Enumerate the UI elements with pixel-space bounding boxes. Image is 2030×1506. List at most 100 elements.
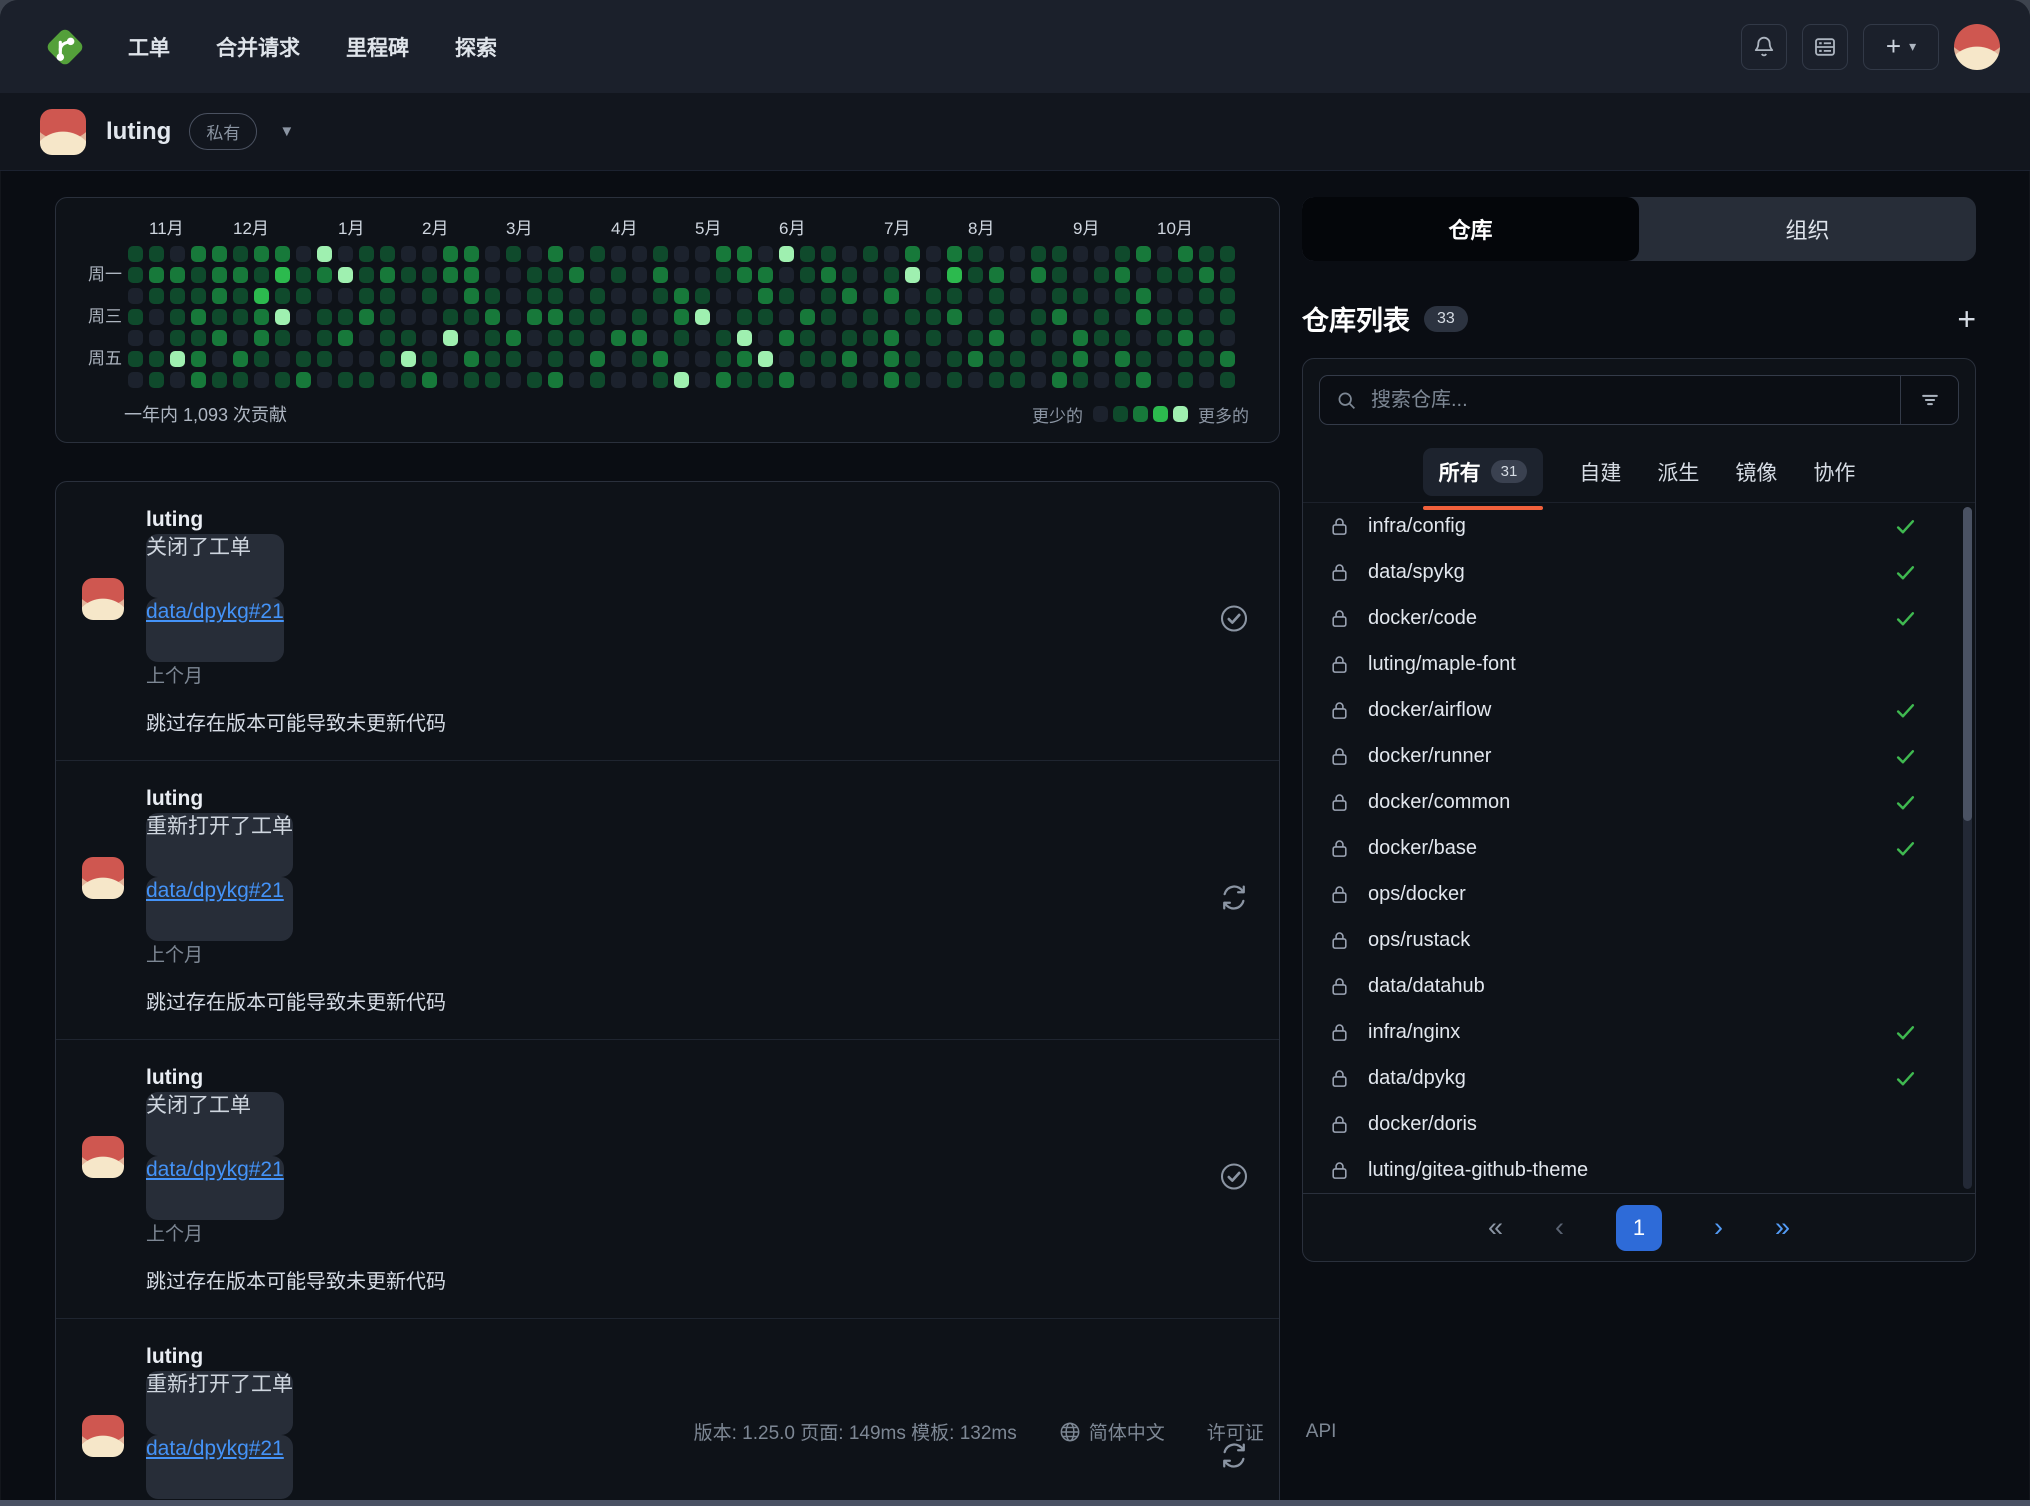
repo-name-link[interactable]: data/spykg xyxy=(1368,561,1465,584)
repo-filter-自建[interactable]: 自建 xyxy=(1579,457,1621,487)
create-new-button[interactable]: + ▾ xyxy=(1863,24,1939,70)
repo-filter-all[interactable]: 所有31 xyxy=(1423,448,1544,496)
actor-name[interactable]: luting xyxy=(146,508,203,531)
pagination-prev-button[interactable]: ‹ xyxy=(1555,1214,1564,1241)
heatmap-cell xyxy=(1157,309,1172,325)
tab-repositories[interactable]: 仓库 xyxy=(1302,197,1639,261)
footer-license-link[interactable]: 许可证 xyxy=(1207,1418,1264,1445)
nav-item-milestones[interactable]: 里程碑 xyxy=(346,32,409,62)
pagination-first-button[interactable]: « xyxy=(1488,1214,1503,1241)
repo-name-link[interactable]: luting/maple-font xyxy=(1368,653,1516,676)
repo-name-link[interactable]: infra/config xyxy=(1368,515,1466,538)
footer-language-link[interactable]: 简体中文 xyxy=(1059,1418,1165,1445)
repo-list-item[interactable]: docker/code xyxy=(1303,595,1975,641)
nav-item-issues[interactable]: 工单 xyxy=(128,32,170,62)
actor-avatar[interactable] xyxy=(82,857,124,899)
repo-list-item[interactable]: docker/runner xyxy=(1303,733,1975,779)
repo-list-item[interactable]: data/dpykg xyxy=(1303,1055,1975,1101)
repo-filter-派生[interactable]: 派生 xyxy=(1657,457,1699,487)
nav-item-pull-requests[interactable]: 合并请求 xyxy=(216,32,300,62)
activity-link[interactable]: data/dpykg#21 xyxy=(146,1156,284,1220)
repo-name-link[interactable]: docker/base xyxy=(1368,837,1477,860)
repo-name-link[interactable]: luting/gitea-github-theme xyxy=(1368,1159,1588,1182)
repo-list-item[interactable]: infra/nginx xyxy=(1303,1009,1975,1055)
repo-filter-协作[interactable]: 协作 xyxy=(1813,457,1855,487)
heatmap-cell xyxy=(149,351,164,367)
repo-name-link[interactable]: docker/airflow xyxy=(1368,699,1491,722)
heatmap-cell xyxy=(590,246,605,262)
actor-avatar[interactable] xyxy=(82,1136,124,1178)
heatmap-cell xyxy=(947,246,962,262)
heatmap-cell xyxy=(275,330,290,346)
user-avatar[interactable] xyxy=(1954,24,2000,70)
repo-filter-镜像[interactable]: 镜像 xyxy=(1735,457,1777,487)
activity-link[interactable]: data/dpykg#21 xyxy=(146,877,293,941)
actor-name[interactable]: luting xyxy=(146,787,203,810)
heatmap-cell xyxy=(884,372,899,388)
repo-name-link[interactable]: docker/code xyxy=(1368,607,1477,630)
admin-panel-button[interactable] xyxy=(1802,24,1848,70)
repo-list-item[interactable]: docker/doris xyxy=(1303,1101,1975,1147)
notifications-button[interactable] xyxy=(1741,24,1787,70)
lock-icon xyxy=(1329,516,1350,537)
heatmap-cell xyxy=(1136,372,1151,388)
heatmap-cell xyxy=(1157,267,1172,283)
repo-list-item[interactable]: docker/base xyxy=(1303,825,1975,871)
heatmap-cell xyxy=(527,330,542,346)
repo-name-link[interactable]: docker/common xyxy=(1368,791,1510,814)
heatmap-cell xyxy=(968,330,983,346)
heatmap-cell xyxy=(1178,330,1193,346)
repo-list-item[interactable]: luting/maple-font xyxy=(1303,641,1975,687)
heatmap-cell xyxy=(317,351,332,367)
repo-list-item[interactable]: docker/airflow xyxy=(1303,687,1975,733)
activity-link[interactable]: data/dpykg#21 xyxy=(146,598,284,662)
repo-name-link[interactable]: data/datahub xyxy=(1368,975,1485,998)
footer-api-link[interactable]: API xyxy=(1306,1421,1337,1443)
repo-name-link[interactable]: ops/rustack xyxy=(1368,929,1470,952)
add-repo-button[interactable]: + xyxy=(1957,303,1976,335)
gitea-logo-icon[interactable] xyxy=(40,22,90,72)
heatmap-cell xyxy=(338,267,353,283)
repo-list-scrollbar[interactable] xyxy=(1963,507,1972,1189)
pagination-next-button[interactable]: › xyxy=(1714,1214,1723,1241)
repo-list-item[interactable]: infra/config xyxy=(1303,503,1975,549)
heatmap-cell xyxy=(485,330,500,346)
pagination-current-page[interactable]: 1 xyxy=(1616,1205,1662,1251)
pagination-last-button[interactable]: » xyxy=(1775,1214,1790,1241)
actor-name[interactable]: luting xyxy=(146,1345,203,1368)
repo-list-item[interactable]: ops/rustack xyxy=(1303,917,1975,963)
heatmap-cell xyxy=(212,309,227,325)
heatmap-cell xyxy=(317,309,332,325)
heatmap-cell xyxy=(128,351,143,367)
heatmap-cell xyxy=(611,288,626,304)
repo-list-item[interactable]: docker/common xyxy=(1303,779,1975,825)
actor-name[interactable]: luting xyxy=(146,1066,203,1089)
heatmap-cell xyxy=(485,309,500,325)
heatmap-cell xyxy=(947,288,962,304)
repo-search-input[interactable] xyxy=(1371,389,1900,412)
repo-list-item[interactable]: luting/gitea-github-theme xyxy=(1303,1147,1975,1193)
nav-item-explore[interactable]: 探索 xyxy=(455,32,497,62)
check-icon xyxy=(1894,791,1917,814)
repo-name-link[interactable]: data/dpykg xyxy=(1368,1067,1466,1090)
repo-list-item[interactable]: data/spykg xyxy=(1303,549,1975,595)
repo-name-link[interactable]: docker/runner xyxy=(1368,745,1491,768)
profile-dropdown-caret[interactable]: ▼ xyxy=(279,123,294,140)
repo-name-link[interactable]: docker/doris xyxy=(1368,1113,1477,1136)
repo-filter-button[interactable] xyxy=(1900,376,1958,424)
heatmap-cell xyxy=(317,267,332,283)
repo-list-item[interactable]: ops/docker xyxy=(1303,871,1975,917)
repo-list-item[interactable]: data/datahub xyxy=(1303,963,1975,1009)
repo-name-link[interactable]: infra/nginx xyxy=(1368,1021,1460,1044)
heatmap-cell xyxy=(695,246,710,262)
repo-name-link[interactable]: ops/docker xyxy=(1368,883,1466,906)
heatmap-cell xyxy=(611,351,626,367)
actor-avatar[interactable] xyxy=(82,578,124,620)
heatmap-cell xyxy=(170,351,185,367)
profile-avatar[interactable] xyxy=(40,109,86,155)
heatmap-cell xyxy=(422,330,437,346)
tab-organizations[interactable]: 组织 xyxy=(1639,197,1976,261)
heatmap-cell xyxy=(1031,309,1046,325)
issue-closed-icon xyxy=(1219,1162,1249,1197)
heatmap-cell xyxy=(233,309,248,325)
